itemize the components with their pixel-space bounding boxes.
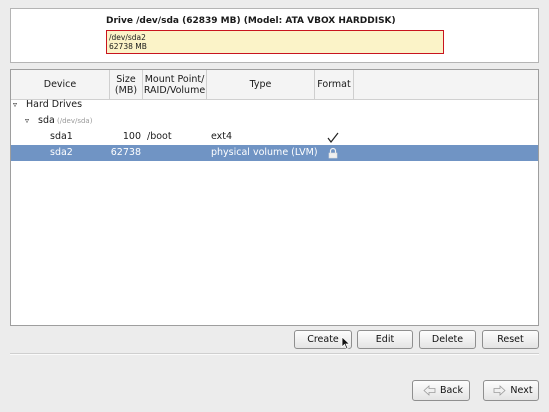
next-label: Next: [510, 385, 533, 396]
segment-size: 62738 MB: [109, 42, 147, 51]
tree-row-hard-drives[interactable]: ▿ Hard Drives: [11, 97, 538, 113]
checkmark-icon: [327, 129, 339, 145]
expander-triangle-icon[interactable]: ▿: [25, 113, 35, 129]
drive-title: Drive /dev/sda (62839 MB) (Model: ATA VB…: [106, 16, 396, 26]
drive-summary-panel: Drive /dev/sda (62839 MB) (Model: ATA VB…: [10, 8, 539, 63]
tree-row-sda[interactable]: ▿ sda (/dev/sda): [11, 113, 538, 129]
partition-size: 100: [122, 131, 141, 142]
partition-type: ext4: [211, 131, 233, 142]
column-header-size[interactable]: Size (MB): [110, 70, 143, 99]
edit-button[interactable]: Edit: [357, 330, 413, 349]
back-arrow-icon: [423, 385, 436, 396]
disk-path: (/dev/sda): [57, 117, 93, 125]
next-button[interactable]: Next: [483, 380, 539, 401]
column-header-format[interactable]: Format: [315, 70, 354, 99]
group-label: Hard Drives: [26, 99, 83, 110]
reset-button[interactable]: Reset: [482, 330, 539, 349]
partition-type: physical volume (LVM): [211, 147, 318, 158]
partition-tree[interactable]: Device Size (MB) Mount Point/ RAID/Volum…: [10, 69, 539, 326]
mouse-cursor-icon: [341, 336, 351, 350]
delete-button[interactable]: Delete: [419, 330, 476, 349]
disk-label: sda: [38, 115, 55, 126]
table-row-selected[interactable]: sda2 62738 physical volume (LVM): [11, 145, 538, 161]
lock-icon: [327, 145, 339, 161]
back-label: Back: [439, 385, 464, 396]
segment-name: /dev/sda2: [109, 33, 146, 42]
separator-highlight: [10, 354, 539, 355]
expander-triangle-icon[interactable]: ▿: [13, 97, 23, 113]
column-header-device[interactable]: Device: [11, 70, 110, 99]
column-header-mount[interactable]: Mount Point/ RAID/Volume: [143, 70, 207, 99]
back-button[interactable]: Back: [412, 380, 470, 401]
device-name: sda2: [50, 147, 73, 158]
next-arrow-icon: [494, 385, 507, 396]
device-name: sda1: [50, 131, 73, 142]
column-header-type[interactable]: Type: [207, 70, 315, 99]
mount-point: /boot: [147, 131, 172, 142]
column-header-filler: [354, 70, 538, 99]
partition-size: 62738: [110, 147, 141, 158]
partition-segment-sda2[interactable]: /dev/sda2 62738 MB: [106, 30, 444, 54]
table-row[interactable]: sda1 100 /boot ext4: [11, 129, 538, 145]
